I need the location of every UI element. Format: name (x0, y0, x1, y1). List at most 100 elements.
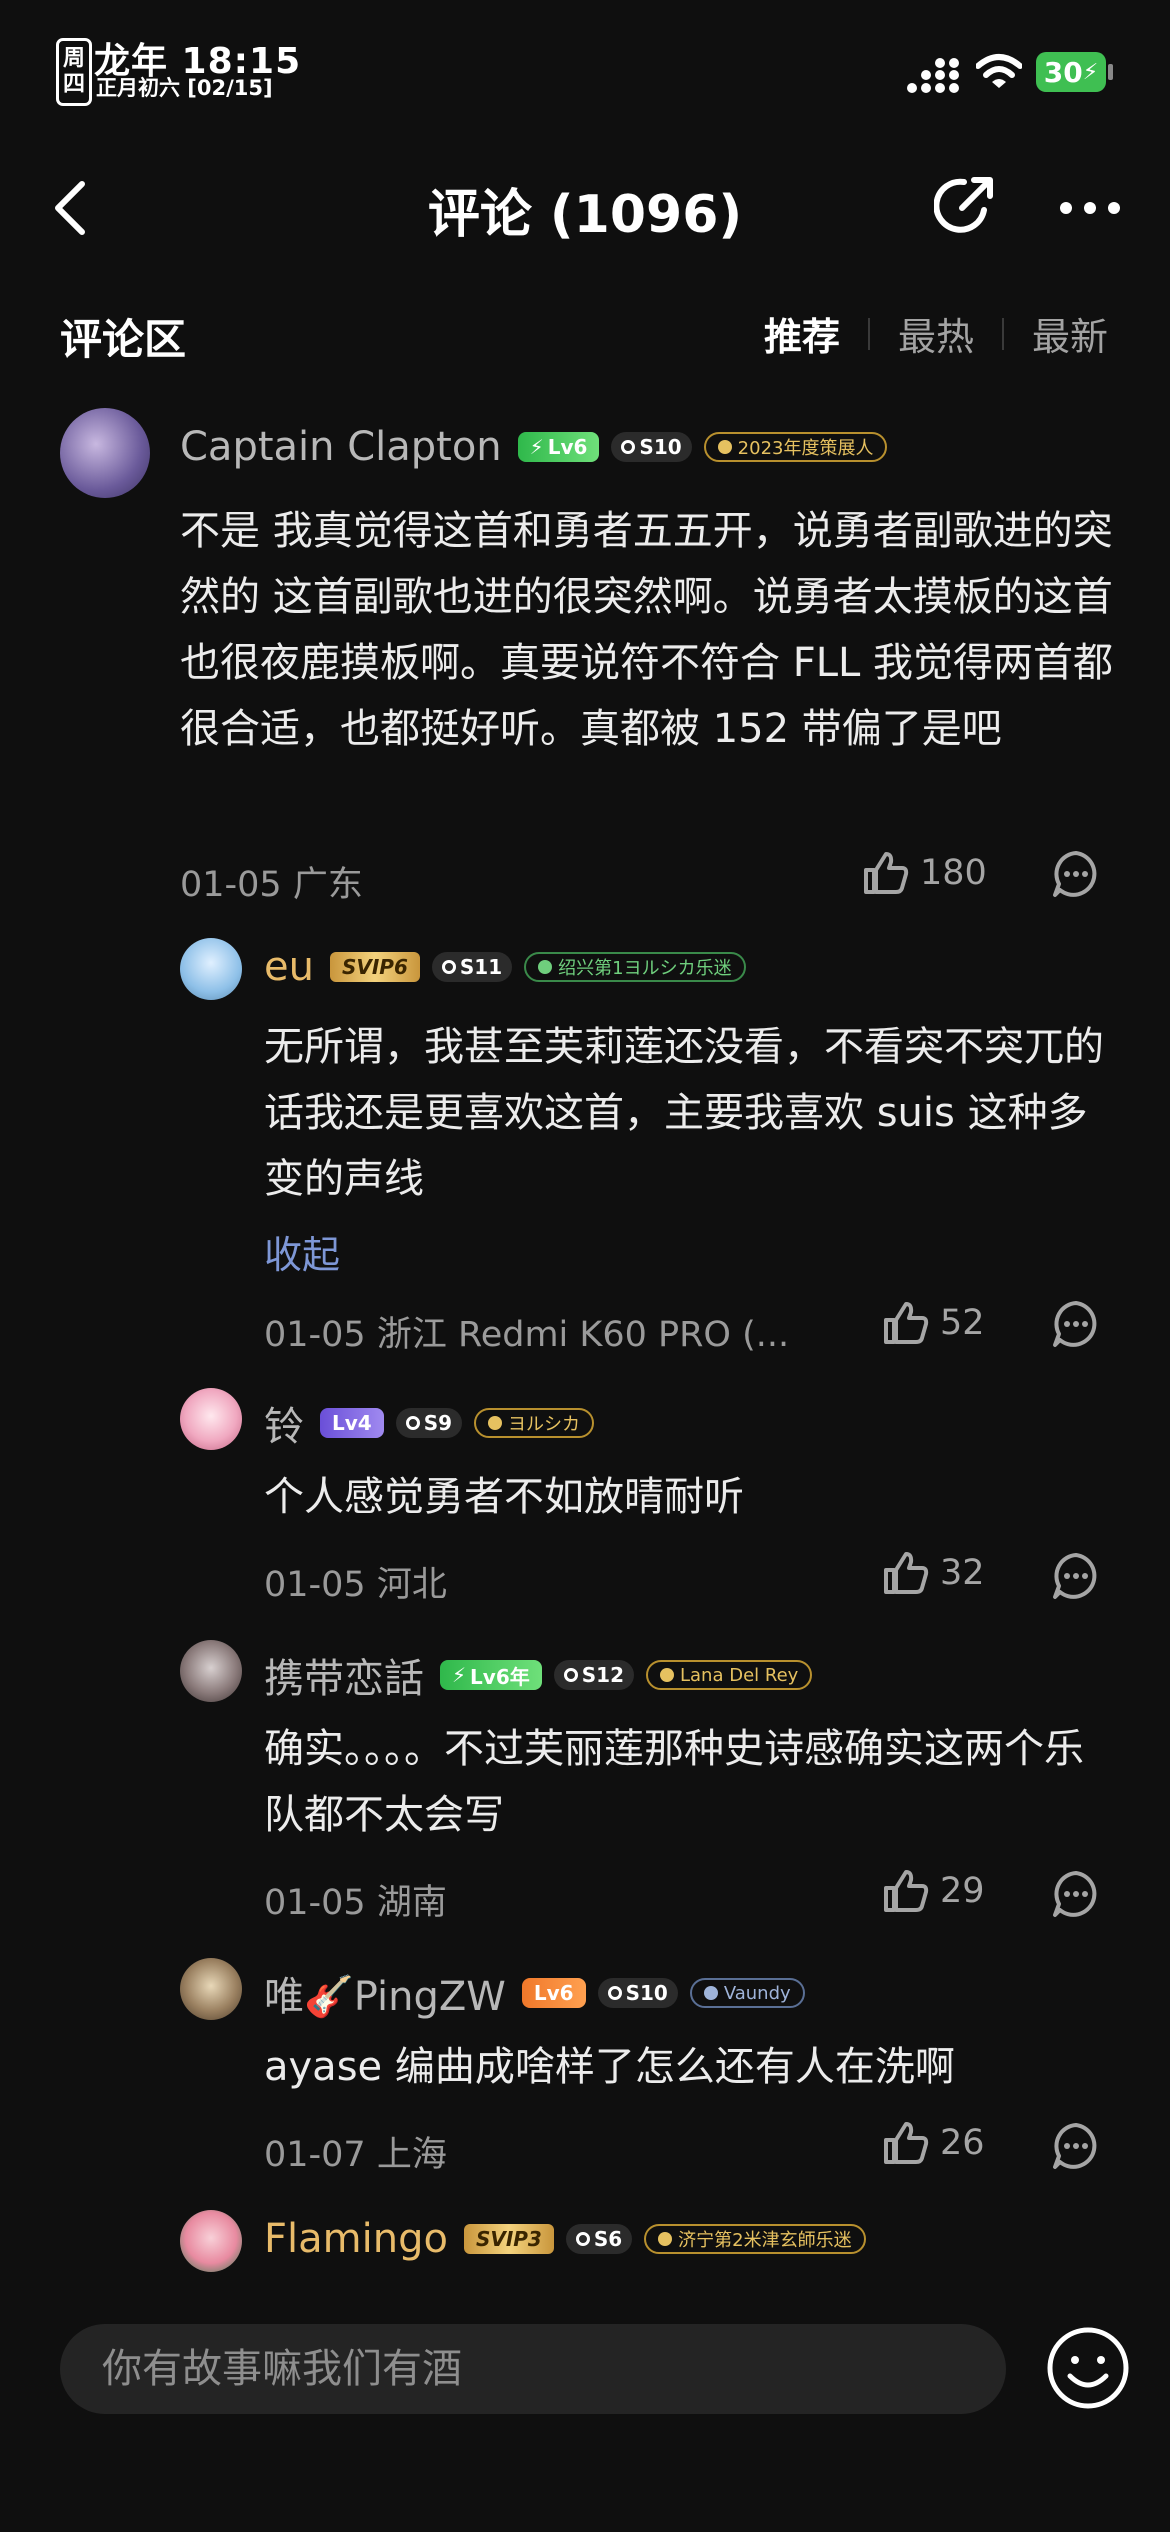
like-button[interactable]: 29 (882, 1868, 985, 1914)
more-icon[interactable] (1058, 200, 1122, 216)
tag-label: Vaundy (723, 1982, 791, 2004)
username[interactable]: Flamingo (264, 2216, 448, 2262)
reply-header: 铃 Lv4 S9 ヨルシカ (264, 1394, 595, 1452)
weekday-char: 周 (62, 46, 85, 71)
avatar[interactable] (180, 1958, 242, 2020)
weekday-char: 四 (62, 72, 85, 97)
wifi-icon (976, 54, 1022, 88)
comment-input[interactable]: 你有故事嘛我们有酒 (60, 2324, 1006, 2414)
reply-meta: 01-05 浙江 Redmi K60 PRO (... (264, 1315, 790, 1355)
hex-icon (703, 1986, 718, 2000)
divider (867, 317, 870, 350)
avatar[interactable] (180, 1388, 242, 1450)
comment-text: 不是 我真觉得这首和勇者五五开，说勇者副歌进的突然的 这首副歌也进的很突然啊。说… (180, 508, 1114, 752)
sort-tab-hottest[interactable]: 最热 (898, 306, 974, 361)
comment-header: Captain Clapton ⚡ Lv6 S10 2023年度策展人 (180, 424, 888, 470)
reply-header: Flamingo SVIP3 S6 济宁第2米津玄師乐迷 (264, 2216, 866, 2262)
sort-tabs: 推荐 最热 最新 (764, 306, 1108, 361)
music-note-icon (621, 440, 636, 454)
svip-label: SVIP6 (341, 955, 408, 979)
username[interactable]: eu (264, 944, 314, 990)
hex-icon (488, 1416, 503, 1430)
battery-indicator: 30 ⚡ (1036, 52, 1106, 92)
tag-badge: ヨルシカ (474, 1408, 595, 1438)
s-level-badge: S10 (611, 432, 692, 462)
like-count: 180 (920, 853, 987, 893)
reply-meta: 01-05 河北 (264, 1565, 447, 1605)
reply-icon[interactable] (1052, 1552, 1100, 1600)
collapse-link[interactable]: 收起 (264, 1224, 340, 1279)
like-count: 29 (940, 1871, 985, 1911)
level-badge-label: Lv6年 (470, 1664, 530, 1689)
like-button[interactable]: 52 (882, 1300, 985, 1346)
s-level-label: S12 (581, 1663, 624, 1687)
battery-tip (1108, 64, 1113, 80)
tag-label: 绍兴第1ヨルシカ乐迷 (558, 958, 732, 979)
reply-meta: 01-05 湖南 (264, 1883, 447, 1923)
tag-label: 2023年度策展人 (737, 438, 874, 459)
tag-label: ヨルシカ (508, 1414, 581, 1435)
music-note-icon (607, 1986, 622, 2000)
reply-header: eu SVIP6 S11 绍兴第1ヨルシカ乐迷 (264, 944, 746, 990)
svip-label: SVIP3 (475, 2227, 542, 2251)
thumb-up-icon (864, 852, 909, 894)
sort-tab-newest[interactable]: 最新 (1032, 306, 1108, 361)
music-note-icon (575, 2232, 590, 2246)
music-note-icon (563, 1668, 578, 1682)
level-badge: Lv4 (320, 1408, 384, 1438)
s-level-label: S6 (593, 2227, 623, 2251)
avatar[interactable] (180, 1640, 242, 1702)
share-icon[interactable] (934, 172, 1000, 238)
reply-icon[interactable] (1052, 850, 1100, 898)
s-level-badge: S12 (553, 1660, 634, 1690)
music-note-icon (405, 1416, 420, 1430)
reply-text: 无所谓，我甚至芙莉莲还没看，不看突不突兀的话我还是更喜欢这首，主要我喜欢 sui… (264, 1024, 1104, 1202)
like-count: 32 (940, 1553, 985, 1593)
reply-header: 唯🎸PingZW Lv6 S10 Vaundy (264, 1964, 805, 2022)
tag-badge: 2023年度策展人 (703, 432, 888, 462)
tag-badge: 绍兴第1ヨルシカ乐迷 (524, 952, 746, 982)
divider (1001, 317, 1004, 350)
username[interactable]: 携带恋話 (264, 1646, 424, 1704)
avatar[interactable] (180, 938, 242, 1000)
level-badge: ⚡ Lv6 (517, 432, 600, 462)
hex-icon (538, 960, 553, 974)
tag-badge: Lana Del Rey (646, 1660, 813, 1690)
reply-icon[interactable] (1052, 1870, 1100, 1918)
reply-text: ayase 编曲成啥样了怎么还有人在洗啊 (264, 2044, 955, 2090)
svip-badge: SVIP6 (329, 952, 420, 982)
tag-label: Lana Del Rey (680, 1664, 799, 1686)
hex-icon (660, 1668, 674, 1682)
reply-icon[interactable] (1052, 1300, 1100, 1348)
tag-badge: 济宁第2米津玄師乐迷 (644, 2224, 866, 2254)
avatar[interactable] (60, 408, 150, 498)
reply-meta: 01-07 上海 (264, 2135, 447, 2175)
username[interactable]: 铃 (264, 1394, 304, 1452)
sort-tab-recommended[interactable]: 推荐 (764, 306, 840, 361)
like-button[interactable]: 26 (882, 2120, 985, 2166)
reply-text: 确实。。。。不过芙丽莲那种史诗感确实这两个乐队都不太会写 (264, 1726, 1084, 1838)
reply-text: 个人感觉勇者不如放晴耐听 (264, 1474, 744, 1520)
username[interactable]: 唯🎸PingZW (264, 1964, 506, 2022)
s-level-badge: S11 (431, 952, 513, 982)
like-count: 26 (940, 2123, 985, 2163)
s-level-label: S10 (625, 1981, 668, 2005)
username[interactable]: Captain Clapton (180, 424, 502, 470)
charging-icon: ⚡ (1082, 59, 1099, 85)
signal-icon (907, 58, 959, 93)
thumb-up-icon (884, 2122, 929, 2164)
level-badge-label: Lv4 (332, 1411, 372, 1435)
thumb-up-icon (884, 1870, 929, 1912)
avatar[interactable] (180, 2210, 242, 2272)
reply-icon[interactable] (1052, 2122, 1100, 2170)
weekday-box: 周 四 (56, 38, 92, 106)
like-button[interactable]: 32 (882, 1550, 985, 1596)
like-button[interactable]: 180 (862, 850, 987, 896)
like-count: 52 (940, 1303, 985, 1343)
tag-badge: Vaundy (689, 1978, 805, 2008)
s-level-badge: S9 (395, 1408, 463, 1438)
status-lunar-date: 正月初六 [02/15] (96, 76, 273, 100)
smile-icon[interactable] (1046, 2326, 1130, 2410)
svip-badge: SVIP3 (463, 2224, 554, 2254)
level-badge: Lv6 (521, 1978, 586, 2008)
